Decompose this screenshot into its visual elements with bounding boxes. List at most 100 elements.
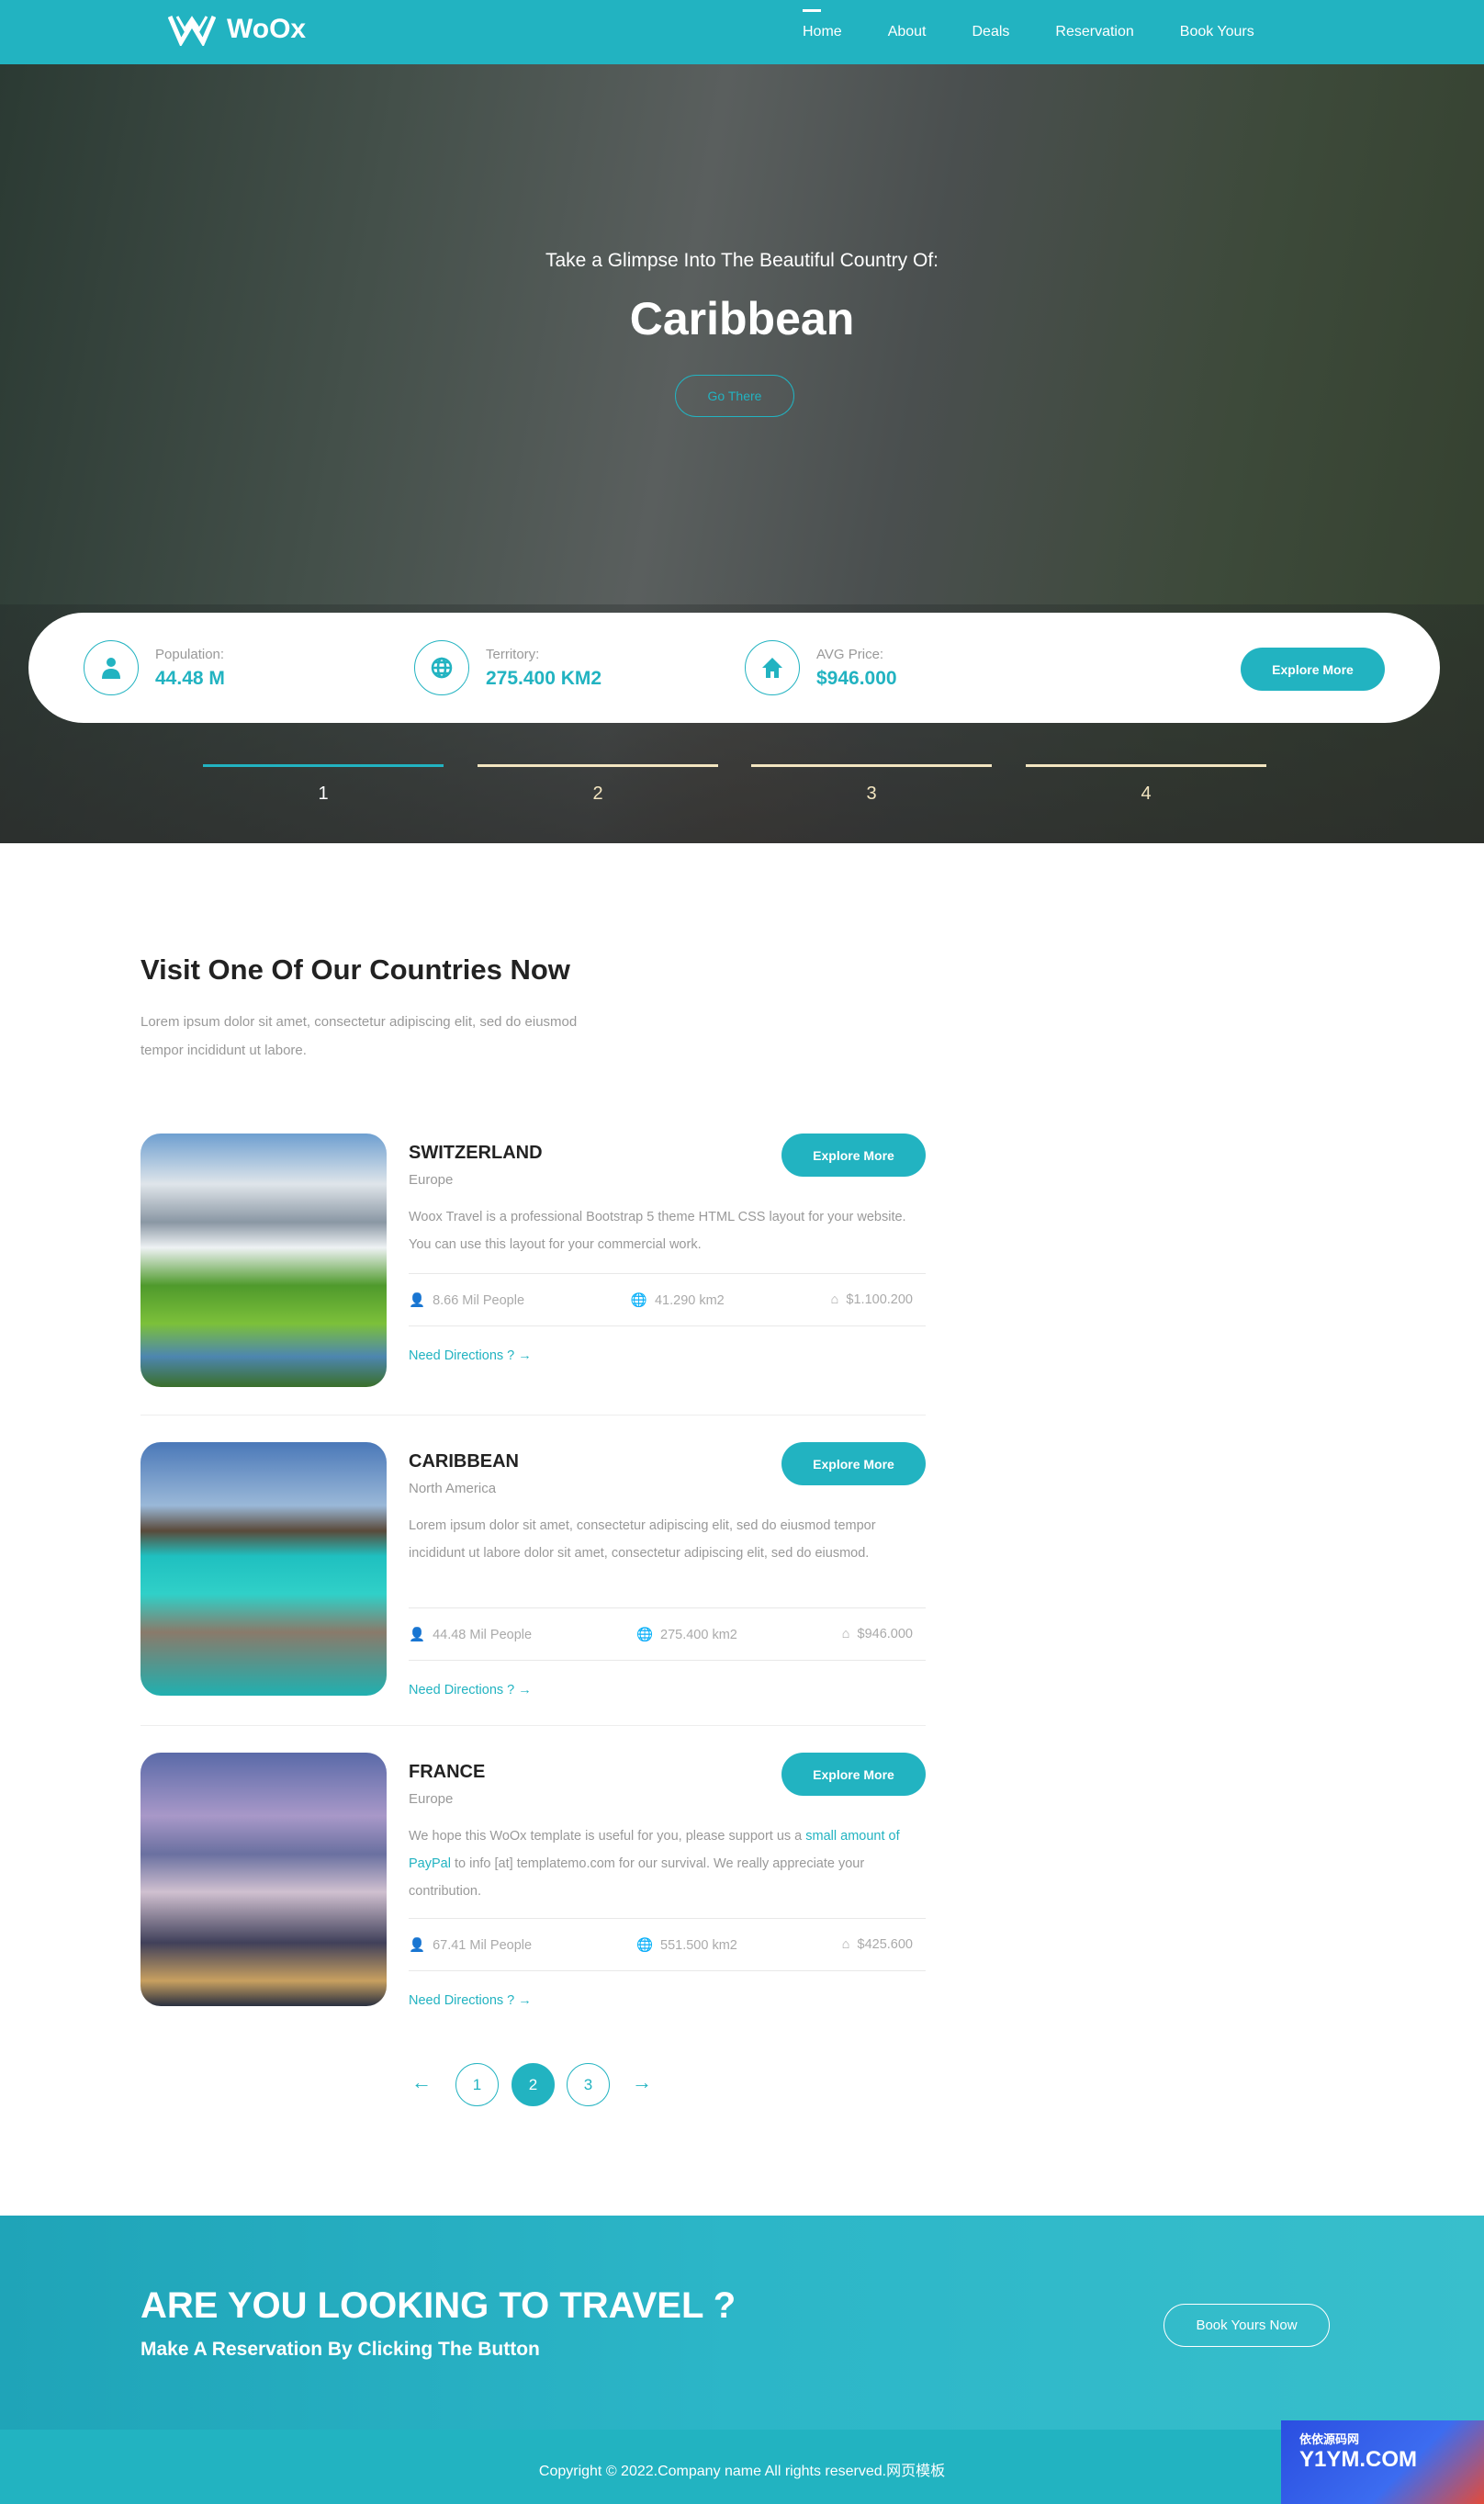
home-icon: ⌂ bbox=[841, 1937, 850, 1952]
stat-value: 275.400 KM2 bbox=[486, 667, 602, 689]
go-there-button[interactable]: Go There bbox=[675, 375, 794, 417]
country-description: Woox Travel is a professional Bootstrap … bbox=[409, 1210, 906, 1252]
home-icon: ⌂ bbox=[841, 1627, 850, 1641]
arrow-right-icon: → bbox=[518, 1993, 532, 2008]
home-icon: ⌂ bbox=[830, 1292, 839, 1307]
slide-indicator-1[interactable]: 1 bbox=[203, 764, 444, 805]
watermark-text: Y1YM.COM bbox=[1299, 2447, 1418, 2472]
desc-text: We hope this WoOx template is useful for… bbox=[409, 1829, 806, 1844]
link-label: Need Directions ? bbox=[409, 1683, 515, 1698]
slide-number: 4 bbox=[1141, 784, 1152, 804]
section-description: Lorem ipsum dolor sit amet, consectetur … bbox=[141, 1014, 578, 1058]
slide-indicator-4[interactable]: 4 bbox=[1026, 764, 1266, 805]
book-yours-now-button[interactable]: Book Yours Now bbox=[1164, 2304, 1330, 2347]
explore-more-button[interactable]: Explore More bbox=[781, 1442, 926, 1485]
home-icon bbox=[745, 640, 800, 695]
nav-deals[interactable]: Deals bbox=[972, 24, 1010, 40]
slide-indicator-2[interactable]: 2 bbox=[478, 764, 718, 805]
stat-value: $946.000 bbox=[816, 667, 897, 689]
need-directions-link[interactable]: Need Directions ? → bbox=[409, 1993, 532, 2008]
page-3-button[interactable]: 3 bbox=[567, 2063, 610, 2106]
stat-label: AVG Price: bbox=[816, 646, 884, 662]
brand-name: WoOx bbox=[227, 14, 307, 44]
country-image[interactable] bbox=[141, 1753, 387, 2006]
cta-title: ARE YOU LOOKING TO TRAVEL ? bbox=[141, 2285, 736, 2326]
territory: 551.500 km2 bbox=[660, 1937, 737, 1953]
copyright: Copyright © 2022.Company name All rights… bbox=[538, 2464, 946, 2479]
nav-home[interactable]: Home bbox=[803, 9, 842, 40]
hero-subtitle: Take a Glimpse Into The Beautiful Countr… bbox=[545, 250, 939, 271]
header: WoOx Home About Deals Reservation Book Y… bbox=[0, 0, 1484, 64]
stat-label: Population: bbox=[155, 646, 225, 662]
globe-icon: 🌐 bbox=[630, 1292, 647, 1308]
population: 44.48 Mil People bbox=[433, 1627, 533, 1642]
country-description: Lorem ipsum dolor sit amet, consectetur … bbox=[409, 1518, 876, 1561]
country-card-switzerland: SWITZERLAND Europe Woox Travel is a prof… bbox=[141, 1134, 926, 1387]
avg-price: $1.100.200 bbox=[846, 1292, 913, 1307]
nav-book-yours[interactable]: Book Yours bbox=[1180, 24, 1254, 40]
explore-more-button[interactable]: Explore More bbox=[781, 1753, 926, 1796]
divider bbox=[141, 1725, 926, 1726]
stat-label: Territory: bbox=[486, 646, 540, 662]
country-card-france: FRANCE Europe We hope this WoOx template… bbox=[141, 1753, 926, 2008]
next-page-icon[interactable]: → bbox=[632, 2070, 652, 2094]
section-title: Visit One Of Our Countries Now bbox=[141, 953, 570, 986]
territory: 275.400 km2 bbox=[660, 1627, 737, 1642]
link-label: Need Directions ? bbox=[409, 1348, 515, 1363]
logo[interactable]: WoOx bbox=[168, 13, 306, 46]
stat-population: Population: 44.48 M bbox=[84, 640, 225, 695]
territory: 41.290 km2 bbox=[654, 1292, 725, 1308]
watermark-badge: 依依源码网 Y1YM.COM bbox=[1281, 2420, 1484, 2504]
slide-number: 3 bbox=[866, 784, 877, 804]
country-image[interactable] bbox=[141, 1442, 387, 1696]
nav-reservation[interactable]: Reservation bbox=[1055, 24, 1133, 40]
country-name: FRANCE bbox=[409, 1762, 486, 1782]
cta-subtitle: Make A Reservation By Clicking The Butto… bbox=[141, 2339, 540, 2360]
country-stats: 👤 8.66 Mil People 🌐 41.290 km2 ⌂ $1.100.200 bbox=[409, 1273, 926, 1326]
country-region: Europe bbox=[409, 1172, 454, 1188]
country-description: We hope this WoOx template is useful for… bbox=[409, 1822, 923, 1905]
page-1-button[interactable]: 1 bbox=[455, 2063, 499, 2106]
explore-more-button[interactable]: Explore More bbox=[781, 1134, 926, 1177]
country-name: SWITZERLAND bbox=[409, 1143, 543, 1163]
globe-icon bbox=[414, 640, 469, 695]
user-icon: 👤 bbox=[409, 1627, 426, 1642]
country-card-caribbean: CARIBBEAN North America Lorem ipsum dolo… bbox=[141, 1442, 926, 1698]
hero-banner bbox=[0, 64, 1484, 843]
need-directions-link[interactable]: Need Directions ? → bbox=[409, 1683, 532, 1698]
country-region: Europe bbox=[409, 1791, 454, 1807]
user-icon: 👤 bbox=[409, 1937, 426, 1953]
divider bbox=[141, 1415, 926, 1416]
stat-avg-price: AVG Price: $946.000 bbox=[745, 640, 897, 695]
country-name: CARIBBEAN bbox=[409, 1451, 519, 1472]
need-directions-link[interactable]: Need Directions ? → bbox=[409, 1348, 532, 1363]
globe-icon: 🌐 bbox=[635, 1627, 654, 1642]
prev-page-icon[interactable]: ← bbox=[411, 2070, 432, 2094]
explore-more-button[interactable]: Explore More bbox=[1241, 648, 1385, 691]
slide-indicator-3[interactable]: 3 bbox=[751, 764, 992, 805]
slide-number: 1 bbox=[318, 784, 329, 804]
country-region: North America bbox=[409, 1481, 497, 1496]
avg-price: $425.600 bbox=[857, 1937, 913, 1952]
stat-value: 44.48 M bbox=[155, 667, 225, 689]
watermark-text: 依依源码网 bbox=[1299, 2432, 1360, 2446]
country-stats: 👤 67.41 Mil People 🌐 551.500 km2 ⌂ $425.600 bbox=[409, 1918, 926, 1971]
country-info-bar: Population: 44.48 M Territory: 275.400 KM2… bbox=[28, 613, 1440, 723]
population: 8.66 Mil People bbox=[433, 1292, 525, 1308]
country-image[interactable] bbox=[141, 1134, 387, 1387]
page-2-button[interactable]: 2 bbox=[512, 2063, 555, 2106]
hero-title: Caribbean bbox=[629, 293, 855, 344]
link-label: Need Directions ? bbox=[409, 1993, 515, 2008]
desc-text: to info [at] templatemo.com for our surv… bbox=[409, 1856, 865, 1899]
arrow-right-icon: → bbox=[518, 1683, 532, 1698]
globe-icon: 🌐 bbox=[635, 1937, 654, 1953]
avg-price: $946.000 bbox=[857, 1627, 913, 1641]
logo-icon bbox=[168, 16, 216, 46]
user-icon bbox=[84, 640, 139, 695]
nav-about[interactable]: About bbox=[888, 24, 927, 40]
stat-territory: Territory: 275.400 KM2 bbox=[414, 640, 601, 695]
arrow-right-icon: → bbox=[518, 1348, 532, 1363]
population: 67.41 Mil People bbox=[433, 1937, 533, 1953]
country-stats: 👤 44.48 Mil People 🌐 275.400 km2 ⌂ $946.000 bbox=[409, 1607, 926, 1661]
slide-number: 2 bbox=[592, 784, 603, 804]
